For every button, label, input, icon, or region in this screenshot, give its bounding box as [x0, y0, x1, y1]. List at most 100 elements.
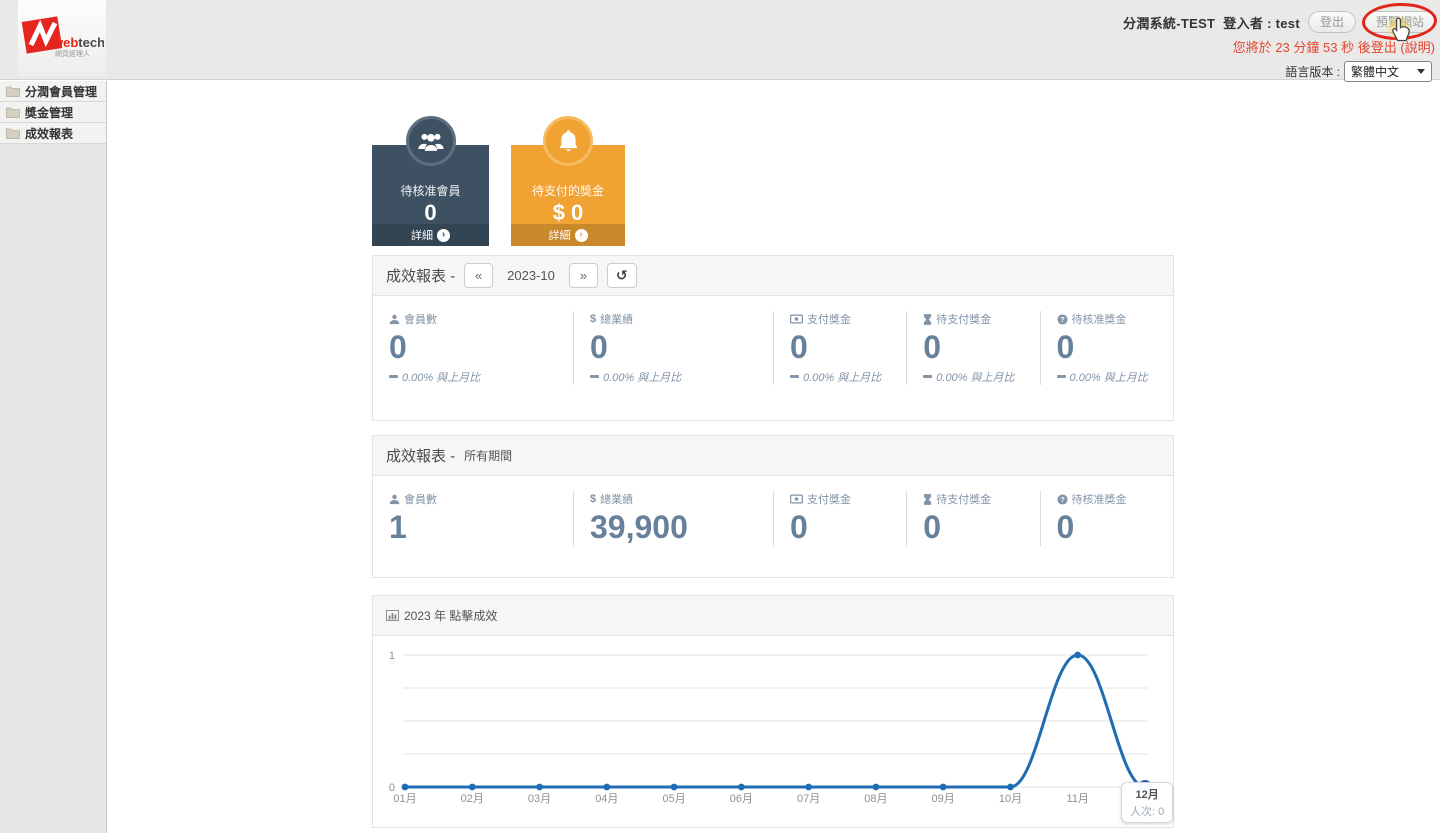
- stat-revenue: $ 總業績 39,900: [573, 491, 773, 546]
- alltime-report-header: 成效報表 - 所有期間: [373, 436, 1173, 476]
- chart-point[interactable]: [1007, 784, 1014, 791]
- stat-label: 總業績: [600, 491, 633, 507]
- x-axis-label: 11月: [1067, 793, 1089, 805]
- chart-point[interactable]: [671, 784, 678, 791]
- minus-icon: [790, 375, 799, 378]
- logo[interactable]: webtech 網頁經理人: [18, 0, 106, 77]
- x-axis-label: 03月: [528, 793, 551, 805]
- panel-title: 成效報表 -: [386, 445, 455, 466]
- reset-period-button[interactable]: ↺: [607, 263, 637, 288]
- stat-paid-bonus: 支付獎金 0 0.00% 與上月比: [773, 311, 906, 385]
- next-month-button[interactable]: »: [569, 263, 598, 288]
- card-value: 0: [372, 200, 489, 226]
- x-axis-label: 05月: [662, 793, 685, 805]
- pending-members-card[interactable]: 待核准會員 0 詳細 ›: [372, 145, 489, 246]
- dollar-icon: $: [590, 493, 596, 505]
- svg-text:?: ?: [1060, 314, 1065, 323]
- stat-value: 0: [790, 330, 906, 366]
- minus-icon: [923, 375, 932, 378]
- chart-point[interactable]: [469, 784, 476, 791]
- pending-bonus-card[interactable]: 待支付的獎金 $ 0 詳細 ›: [511, 145, 625, 246]
- y-axis-tick: 1: [389, 650, 395, 662]
- x-axis-label: 09月: [932, 793, 955, 805]
- users-icon: [406, 116, 456, 166]
- chart-point[interactable]: [1074, 652, 1081, 659]
- chart-point[interactable]: [805, 784, 812, 791]
- hourglass-icon: [923, 314, 932, 325]
- question-circle-icon: ?: [1057, 314, 1068, 325]
- prev-month-button[interactable]: «: [464, 263, 493, 288]
- logout-button[interactable]: 登出: [1308, 11, 1356, 33]
- stat-compare: 0.00% 與上月比: [603, 369, 681, 385]
- x-axis-label: 06月: [730, 793, 753, 805]
- x-axis-label: 01月: [393, 793, 416, 805]
- minus-icon: [1057, 375, 1066, 378]
- refresh-icon: ↺: [616, 268, 628, 284]
- stat-value: 0: [1057, 330, 1173, 366]
- tooltip-month: 12月: [1130, 786, 1164, 802]
- arrow-circle-icon: ›: [437, 229, 450, 242]
- sidebar-item-performance-report[interactable]: 成效報表: [0, 123, 106, 144]
- x-axis-label: 10月: [999, 793, 1022, 805]
- stat-label: 待核准獎金: [1072, 491, 1127, 507]
- hand-cursor-icon: [1391, 17, 1411, 47]
- folder-icon: [6, 107, 20, 118]
- chart-point[interactable]: [402, 784, 409, 791]
- alltime-stats-row: 會員數 1 $ 總業績 39,900 支付獎金 0 待支付獎金 0: [373, 476, 1173, 546]
- money-icon: [790, 494, 803, 504]
- stat-unpaid-bonus: 待支付獎金 0: [906, 491, 1039, 546]
- hourglass-icon: [923, 494, 932, 505]
- detail-label: 詳細: [411, 227, 433, 243]
- chart-tooltip: 12月 人次: 0: [1121, 782, 1173, 823]
- sidebar: 分潤會員管理 獎金管理 成效報表: [0, 81, 107, 833]
- stat-value: 1: [389, 510, 573, 546]
- stat-revenue: $ 總業績 0 0.00% 與上月比: [573, 311, 773, 385]
- stat-pending-bonus: ? 待核准獎金 0: [1040, 491, 1173, 546]
- language-bar: 語言版本 : 繁體中文: [1285, 61, 1432, 82]
- card-detail-link[interactable]: 詳細 ›: [372, 224, 489, 246]
- stat-label: 會員數: [404, 311, 437, 327]
- stat-compare: 0.00% 與上月比: [803, 369, 881, 385]
- monthly-report-panel: 成效報表 - « 2023-10 » ↺ 會員數 0 0.00% 與上月比 $ …: [372, 255, 1174, 421]
- sidebar-item-bonus-management[interactable]: 獎金管理: [0, 102, 106, 123]
- stat-members: 會員數 0 0.00% 與上月比: [373, 311, 573, 385]
- minus-icon: [389, 375, 398, 378]
- stat-label: 待核准獎金: [1072, 311, 1127, 327]
- bar-chart-icon: [386, 610, 399, 621]
- sidebar-item-label: 分潤會員管理: [25, 83, 97, 100]
- stat-label: 會員數: [404, 491, 437, 507]
- clicks-chart-header: 2023 年 點擊成效: [373, 596, 1173, 636]
- logo-tagline: 網頁經理人: [55, 49, 90, 58]
- stat-value: 0: [923, 330, 1039, 366]
- x-axis-label: 08月: [864, 793, 887, 805]
- stat-value: 0: [1057, 510, 1173, 546]
- chart-point[interactable]: [536, 784, 543, 791]
- chart-point[interactable]: [603, 784, 610, 791]
- top-header: webtech 網頁經理人 分潤系統-TEST 登入者 : test 登出 預覽…: [0, 0, 1440, 80]
- stat-value: 0: [923, 510, 1039, 546]
- stat-members: 會員數 1: [373, 491, 573, 546]
- question-circle-icon: ?: [1057, 494, 1068, 505]
- chart-title: 2023 年 點擊成效: [404, 607, 497, 624]
- monthly-stats-row: 會員數 0 0.00% 與上月比 $ 總業績 0 0.00% 與上月比 支付獎金…: [373, 296, 1173, 385]
- arrow-circle-icon: ›: [575, 229, 588, 242]
- x-axis-label: 04月: [595, 793, 618, 805]
- stat-label: 待支付獎金: [936, 311, 991, 327]
- panel-title: 成效報表 -: [386, 265, 455, 286]
- card-detail-link[interactable]: 詳細 ›: [511, 224, 625, 246]
- login-user: 登入者 : test: [1223, 13, 1300, 32]
- chart-point[interactable]: [940, 784, 947, 791]
- language-select[interactable]: 繁體中文: [1344, 61, 1432, 82]
- stat-value: 0: [790, 510, 906, 546]
- stat-label: 總業績: [600, 311, 633, 327]
- clicks-chart: 1001月02月03月04月05月06月07月08月09月10月11月12月 1…: [373, 636, 1173, 828]
- period-value: 2023-10: [507, 268, 555, 283]
- chart-point[interactable]: [873, 784, 880, 791]
- chart-point[interactable]: [738, 784, 745, 791]
- stat-unpaid-bonus: 待支付獎金 0 0.00% 與上月比: [906, 311, 1039, 385]
- sidebar-item-member-management[interactable]: 分潤會員管理: [0, 81, 106, 102]
- stat-label: 待支付獎金: [936, 491, 991, 507]
- x-axis-label: 02月: [461, 793, 484, 805]
- monthly-report-header: 成效報表 - « 2023-10 » ↺: [373, 256, 1173, 296]
- logo-brand-tech: tech: [78, 35, 104, 50]
